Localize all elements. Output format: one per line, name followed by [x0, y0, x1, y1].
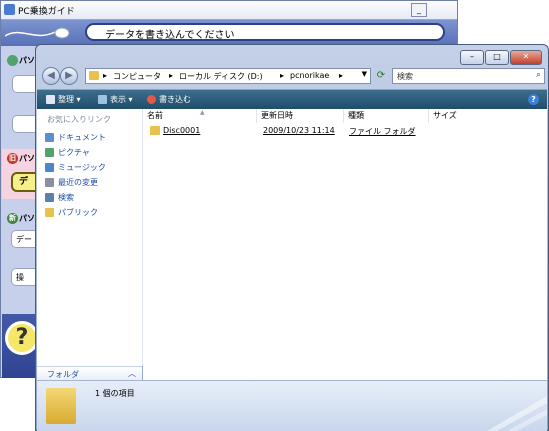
column-header-type[interactable]: 種類 — [344, 109, 429, 123]
navigation-pane: お気に入りリンク ドキュメント ピクチャ ミュージック 最近の変更 検索 パブリ… — [37, 109, 143, 366]
folders-toggle[interactable]: フォルダ ︿ — [37, 366, 142, 381]
views-icon — [98, 95, 107, 104]
fav-link-music[interactable]: ミュージック — [45, 162, 106, 173]
breadcrumb-separator[interactable]: ▸ — [280, 71, 284, 80]
new-badge-icon: 新 — [7, 213, 18, 224]
public-folder-icon — [45, 208, 54, 217]
bg-banner: データを書き込んでください — [1, 20, 457, 46]
fav-link-public[interactable]: パブリック — [45, 207, 98, 218]
folder-icon — [150, 126, 160, 135]
search-icon[interactable]: ⌕ — [536, 70, 541, 80]
search-icon — [45, 193, 54, 202]
file-modified: 2009/10/23 11:14 — [263, 126, 335, 135]
views-button[interactable]: 表示 ▾ — [98, 94, 133, 105]
address-bar[interactable]: ▸ コンピュータ ▸ ローカル ディスク (D:) ▸ pcnorikae ▸ … — [85, 68, 371, 84]
navigation-row: ◀ ▶ ▸ コンピュータ ▸ ローカル ディスク (D:) ▸ pcnorika… — [40, 66, 545, 88]
pc-icon — [7, 55, 18, 66]
burn-button[interactable]: 書き込む — [147, 94, 191, 105]
search-input[interactable]: 検索 ⌕ — [392, 68, 545, 84]
bg-titlebar: PC乗換ガイド _ — [1, 1, 457, 20]
column-header-size[interactable]: サイズ — [429, 109, 547, 123]
breadcrumb-computer[interactable]: コンピュータ — [113, 71, 161, 82]
explorer-window: – □ ✕ ◀ ▶ ▸ コンピュータ ▸ ローカル ディスク (D:) ▸ pc… — [35, 44, 549, 431]
fav-link-search[interactable]: 検索 — [45, 192, 74, 203]
banner-message: データを書き込んでください — [105, 30, 235, 41]
breadcrumb-separator[interactable]: ▸ — [103, 71, 107, 80]
favorites-header: お気に入りリンク — [47, 115, 111, 124]
app-icon — [4, 4, 15, 15]
burn-disc-icon — [147, 95, 156, 104]
close-button[interactable]: ✕ — [510, 50, 542, 65]
refresh-icon[interactable]: ⟳ — [374, 68, 388, 84]
breadcrumb-separator[interactable]: ▸ — [339, 71, 343, 80]
forward-button[interactable]: ▶ — [60, 67, 78, 85]
folder-icon — [89, 71, 99, 80]
breadcrumb-local-disk[interactable]: ローカル ディスク (D:) — [179, 71, 263, 82]
breadcrumb-pcnorikae[interactable]: pcnorikae — [290, 71, 329, 80]
documents-icon — [45, 133, 54, 142]
breadcrumb-separator[interactable]: ▸ — [169, 71, 173, 80]
search-placeholder: 検索 — [397, 72, 413, 81]
help-icon[interactable]: ? — [528, 94, 539, 105]
help-icon[interactable]: ? — [5, 321, 39, 355]
item-count: 1 個の項目 — [95, 389, 135, 398]
old-badge-icon: 旧 — [7, 153, 18, 164]
file-name[interactable]: Disc0001 — [163, 126, 200, 135]
large-folder-icon — [46, 388, 76, 424]
window-controls: – □ ✕ — [459, 50, 542, 65]
organize-button[interactable]: 整理 ▾ — [46, 94, 81, 105]
column-header-name[interactable]: 名前 ▲ — [143, 109, 257, 123]
decorative-swoosh-icon — [487, 396, 547, 431]
fav-link-pictures[interactable]: ピクチャ — [45, 147, 90, 158]
file-list: 名前 ▲ 更新日時 種類 サイズ Disc0001 2009/10/23 11:… — [143, 109, 547, 380]
music-icon — [45, 163, 54, 172]
fav-link-recent[interactable]: 最近の変更 — [45, 177, 98, 188]
organize-icon — [46, 95, 55, 104]
details-pane: 1 個の項目 — [37, 380, 547, 431]
bg-minimize-button[interactable]: _ — [411, 3, 427, 17]
fav-link-documents[interactable]: ドキュメント — [45, 132, 106, 143]
chevron-up-icon: ︿ — [128, 369, 136, 378]
address-dropdown-icon[interactable]: ▼ — [362, 70, 367, 78]
bg-window-title: PC乗換ガイド — [18, 7, 75, 17]
sort-ascending-icon: ▲ — [200, 109, 205, 116]
minimize-button[interactable]: – — [460, 50, 484, 65]
file-type: ファイル フォルダ — [349, 127, 416, 136]
column-header-modified[interactable]: 更新日時 — [257, 109, 344, 123]
pictures-icon — [45, 148, 54, 157]
maximize-button[interactable]: □ — [485, 50, 509, 65]
swoosh-decoration-icon — [5, 27, 70, 39]
command-toolbar: 整理 ▾ 表示 ▾ 書き込む ? — [37, 89, 547, 110]
folders-label: フォルダ — [47, 370, 79, 379]
back-button[interactable]: ◀ — [42, 67, 60, 85]
recent-icon — [45, 178, 54, 187]
